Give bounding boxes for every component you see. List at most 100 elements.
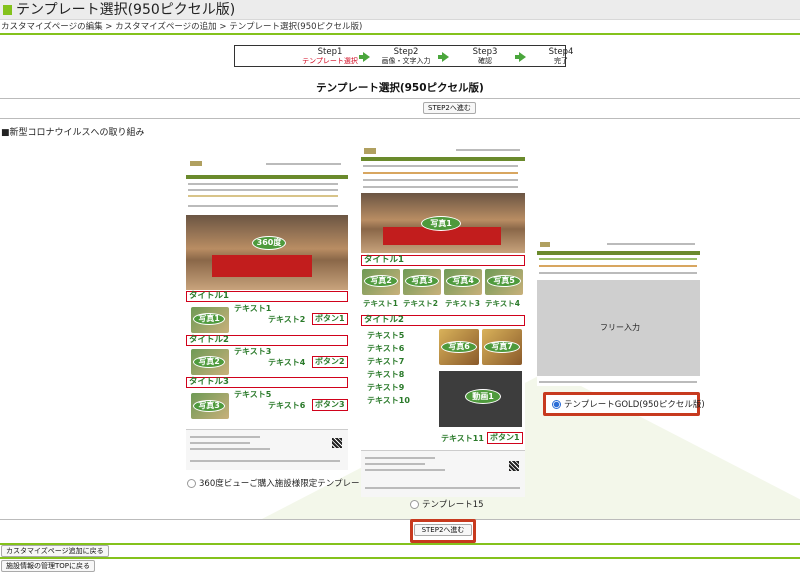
qr-code-icon xyxy=(332,438,342,448)
photo-label: 写真3 xyxy=(405,275,439,287)
arrow-right-icon xyxy=(359,52,370,62)
header-divider xyxy=(0,33,800,35)
breadcrumb-separator: > xyxy=(105,22,113,32)
template-360-preview[interactable]: 360度 タイトル1 写真1 テキスト1 テキスト2 ボタン1 タイトル2 写真… xyxy=(186,157,348,470)
template-360-label[interactable]: 360度ビューご購入施設様限定テンプレート xyxy=(199,477,368,489)
text-field: テキスト5 xyxy=(367,331,405,340)
photo-label: 写真3 xyxy=(193,400,225,412)
preview-line xyxy=(365,487,520,489)
preview-line xyxy=(539,381,697,383)
photo-label: 写真2 xyxy=(193,356,225,368)
preview-footer xyxy=(361,450,525,497)
preview-line xyxy=(363,179,518,181)
title-field: タイトル2 xyxy=(186,335,348,346)
breadcrumb: カスタマイズページの編集 > カスタマイズページの追加 > テンプレート選択(9… xyxy=(1,21,362,33)
preview-line xyxy=(363,165,518,167)
section-title: ■新型コロナウイルスへの取り組み xyxy=(1,128,145,138)
logo xyxy=(190,161,202,166)
preview-line xyxy=(188,195,338,197)
template-15-preview[interactable]: 写真1 タイトル1 写真2 写真3 写真4 写真5 テキスト1 テキスト2 テキ… xyxy=(361,145,525,497)
photo-label: 写真1 xyxy=(421,216,461,231)
step-label: Step1 xyxy=(317,47,343,57)
room-photo-bed xyxy=(212,255,312,277)
preview-line xyxy=(363,186,518,188)
room-photo xyxy=(186,215,348,290)
step-indicator: Step1 テンプレート選択 Step2 画像・文字入力 Step3 確認 St… xyxy=(234,45,573,67)
step2-button-top[interactable]: STEP2へ進む xyxy=(423,102,476,114)
step-sub: 完了 xyxy=(554,57,568,65)
preview-line xyxy=(188,205,338,207)
step-label: Step3 xyxy=(472,47,498,57)
preview-line xyxy=(365,469,445,471)
footer-divider xyxy=(0,557,800,559)
step-1: Step1 テンプレート選択 xyxy=(295,47,365,66)
photo-label: 写真6 xyxy=(441,341,477,353)
step-sub: テンプレート選択 xyxy=(302,57,358,65)
arrow-right-icon xyxy=(438,52,449,62)
preview-line xyxy=(266,163,341,165)
template-gold-label[interactable]: テンプレートGOLD(950ピクセル版) xyxy=(564,398,705,410)
preview-line xyxy=(456,149,520,151)
button-field: ボタン2 xyxy=(312,356,348,368)
divider xyxy=(0,519,800,520)
text-field: テキスト2 xyxy=(403,299,438,308)
button-field: ボタン3 xyxy=(312,399,348,411)
page-header: テンプレート選択(950ピクセル版) xyxy=(0,0,800,20)
breadcrumb-item[interactable]: カスタマイズページの編集 xyxy=(1,22,103,32)
text-field: テキスト7 xyxy=(367,357,405,366)
text-field: テキスト3 xyxy=(445,299,480,308)
header-square-icon xyxy=(3,5,12,15)
preview-line xyxy=(190,460,340,462)
text-field: テキスト3 xyxy=(234,347,272,356)
back-to-top-button[interactable]: 施設情報の管理TOPに戻る xyxy=(1,560,96,572)
logo xyxy=(540,242,550,247)
template-360-radio[interactable] xyxy=(187,479,196,488)
preview-line xyxy=(188,189,338,191)
step-label: Step2 xyxy=(393,47,419,57)
breadcrumb-item-current: テンプレート選択(950ピクセル版) xyxy=(229,22,363,32)
arrow-right-icon xyxy=(515,52,526,62)
preview-line xyxy=(190,442,250,444)
preview-nav xyxy=(186,175,348,179)
photo-label: 写真2 xyxy=(364,275,398,287)
preview-line xyxy=(363,172,518,174)
template-gold-preview[interactable]: フリー入力 xyxy=(537,239,700,386)
preview-nav xyxy=(361,157,525,161)
text-field: テキスト2 xyxy=(268,315,306,324)
back-to-customize-button[interactable]: カスタマイズページ追加に戻る xyxy=(1,545,109,557)
divider xyxy=(0,98,800,99)
step-label: Step4 xyxy=(548,47,574,57)
preview-line xyxy=(539,258,697,260)
title-field: タイトル3 xyxy=(186,377,348,388)
breadcrumb-item[interactable]: カスタマイズページの追加 xyxy=(115,22,217,32)
photo-label: 写真7 xyxy=(484,341,520,353)
text-field: テキスト1 xyxy=(363,299,398,308)
text-field: テキスト1 xyxy=(234,304,272,313)
template-15-radio[interactable] xyxy=(410,500,419,509)
video-label: 動画1 xyxy=(465,389,501,404)
title-field: タイトル1 xyxy=(361,255,525,266)
preview-line xyxy=(607,243,695,245)
text-field: テキスト4 xyxy=(485,299,520,308)
template-gold-option[interactable]: テンプレートGOLD(950ピクセル版) xyxy=(543,392,705,416)
logo xyxy=(364,148,376,154)
breadcrumb-separator: > xyxy=(219,22,227,32)
text-field: テキスト6 xyxy=(367,344,405,353)
template-gold-radio[interactable] xyxy=(552,400,561,409)
photo-label: 写真4 xyxy=(446,275,480,287)
preview-line xyxy=(365,463,425,465)
preview-line xyxy=(539,272,697,274)
preview-line xyxy=(190,436,260,438)
step2-button-bottom[interactable]: STEP2へ進む xyxy=(414,524,472,536)
template-15-label[interactable]: テンプレート15 xyxy=(422,498,484,510)
title-field: タイトル2 xyxy=(361,315,525,326)
title-field: タイトル1 xyxy=(186,291,348,302)
page-header-title: テンプレート選択(950ピクセル版) xyxy=(16,2,236,18)
preview-line xyxy=(365,457,435,459)
step-sub: 確認 xyxy=(478,57,492,65)
preview-nav xyxy=(537,251,700,255)
photo-label: 写真5 xyxy=(487,275,521,287)
text-field: テキスト8 xyxy=(367,370,405,379)
button-field: ボタン1 xyxy=(487,432,523,444)
preview-line xyxy=(539,265,697,267)
